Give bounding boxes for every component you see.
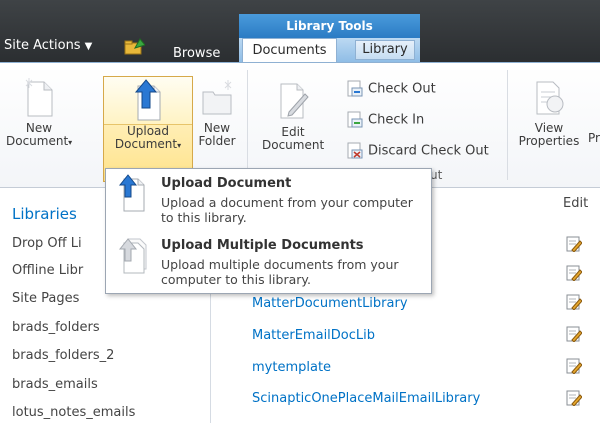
site-actions-menu[interactable]: Site Actions ▼ <box>4 38 92 53</box>
library-link-mytemplate[interactable]: mytemplate <box>252 360 331 375</box>
new-document-button[interactable]: New Document▾ <box>6 78 72 149</box>
edit-icon[interactable] <box>566 358 582 374</box>
discard-check-out-label: Discard Check Out <box>368 143 489 159</box>
check-in-label: Check In <box>368 112 425 128</box>
check-in-button[interactable]: Check In <box>346 111 424 129</box>
upload-document-desc: Upload a document from your computer to … <box>161 195 413 225</box>
edit-icon[interactable] <box>566 294 582 310</box>
edit-document-button[interactable]: Edit Document <box>262 78 324 152</box>
site-actions-label: Site Actions <box>4 38 81 53</box>
tab-library[interactable]: Library <box>355 40 415 60</box>
new-document-label-2: Document▾ <box>6 134 73 148</box>
upload-document-icon <box>118 174 145 212</box>
upload-document-icon <box>134 79 161 121</box>
view-properties-icon <box>536 81 564 115</box>
nav-item-lotus-notes-emails[interactable]: lotus_notes_emails <box>12 405 135 420</box>
check-out-icon <box>347 80 363 97</box>
edit-document-icon <box>280 83 309 119</box>
nav-item-offline-library[interactable]: Offline Libr <box>12 263 83 278</box>
check-out-button[interactable]: Check Out <box>346 80 436 98</box>
menu-item-upload-multiple-documents[interactable]: Upload Multiple Documents Upload multipl… <box>106 231 431 293</box>
menu-item-upload-document[interactable]: Upload Document Upload a document from y… <box>106 169 431 231</box>
upload-dropdown-menu: Upload Document Upload a document from y… <box>105 168 432 294</box>
upload-document-button[interactable]: Upload Document▾ <box>103 76 193 183</box>
libraries-heading[interactable]: Libraries <box>12 205 77 223</box>
view-properties-button[interactable]: View Properties <box>512 78 586 148</box>
library-tools-group: Library Tools <box>239 14 420 38</box>
nav-item-site-pages[interactable]: Site Pages <box>12 291 79 306</box>
upload-document-title: Upload Document <box>161 176 292 191</box>
edit-icon[interactable] <box>566 326 582 342</box>
edit-document-label-2: Document <box>262 138 325 152</box>
discard-check-out-button[interactable]: Discard Check Out <box>346 142 489 160</box>
tab-browse[interactable]: Browse <box>173 46 220 61</box>
ribbon-separator <box>247 70 248 180</box>
nav-item-drop-off-library[interactable]: Drop Off Li <box>12 236 82 251</box>
library-link-matter-email-doc-lib[interactable]: MatterEmailDocLib <box>252 328 375 343</box>
check-in-icon <box>347 111 363 128</box>
upload-multiple-title: Upload Multiple Documents <box>161 238 364 253</box>
nav-item-brads-folders[interactable]: brads_folders <box>12 320 100 335</box>
new-document-icon <box>25 78 53 117</box>
library-link-matter-document-library[interactable]: MatterDocumentLibrary <box>252 296 408 311</box>
view-properties-label-2: Properties <box>518 134 580 148</box>
nav-item-brads-emails[interactable]: brads_emails <box>12 377 98 392</box>
upload-document-label-2: Document▾ <box>114 137 182 151</box>
new-folder-button[interactable]: New Folder <box>196 78 238 148</box>
upload-multiple-desc: Upload multiple documents from your comp… <box>161 257 399 287</box>
check-out-label: Check Out <box>368 81 436 97</box>
edit-icon[interactable] <box>566 265 582 281</box>
discard-check-out-icon <box>347 142 363 159</box>
tab-documents[interactable]: Documents <box>242 38 337 63</box>
new-folder-label-2: Folder <box>198 134 236 148</box>
new-folder-icon <box>202 80 232 115</box>
next-button-fragment[interactable]: Pr <box>588 131 600 145</box>
edit-column-header: Edit <box>563 196 589 211</box>
library-link-scinaptic-oneplacemail[interactable]: ScinapticOnePlaceMailEmailLibrary <box>252 391 480 406</box>
nav-item-brads-folders-2[interactable]: brads_folders_2 <box>12 348 114 363</box>
ribbon-separator-2 <box>507 70 508 180</box>
chevron-down-icon: ▼ <box>84 41 93 52</box>
navigate-up-icon[interactable] <box>123 37 145 55</box>
edit-icon[interactable] <box>566 390 582 406</box>
edit-icon[interactable] <box>566 236 582 252</box>
upload-multiple-documents-icon <box>118 238 147 274</box>
